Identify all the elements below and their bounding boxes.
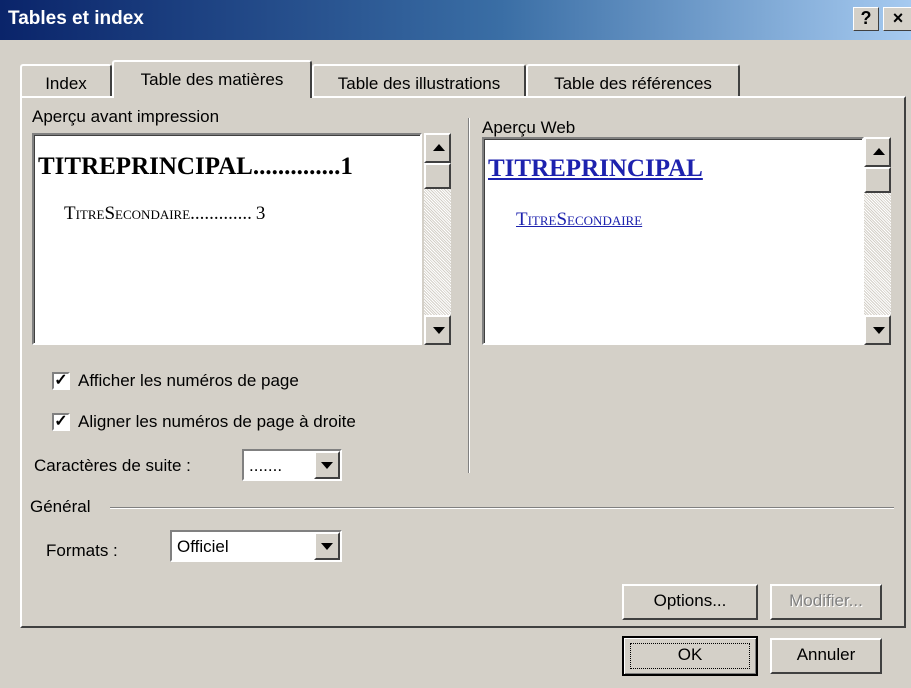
formats-dropdown-button[interactable] — [314, 532, 340, 560]
focus-indicator — [630, 643, 750, 669]
title-bar[interactable]: Tables et index ? × — [0, 0, 911, 40]
show-page-numbers-label[interactable]: Afficher les numéros de page — [78, 371, 299, 391]
chevron-down-icon — [321, 543, 333, 550]
check-icon: ✓ — [54, 372, 68, 389]
web-preview-label: Aperçu Web — [482, 118, 576, 137]
ok-button[interactable]: OK — [622, 636, 758, 676]
general-group-label: Général — [30, 497, 91, 516]
web-preview-box: TITREPRINCIPAL TitreSecondaire — [482, 137, 864, 345]
arrow-down-icon — [873, 327, 885, 334]
tab-table-des-illustrations-label: Table des illustrations — [337, 74, 501, 93]
arrow-up-icon — [873, 148, 885, 155]
scroll-down-button[interactable] — [864, 315, 891, 345]
tab-leader-value: ....... — [249, 456, 283, 475]
options-button-label: Options... — [653, 591, 727, 610]
tab-table-des-illustrations[interactable]: Table des illustrations — [312, 64, 526, 96]
tab-table-des-matieres-label: Table des matières — [140, 70, 284, 89]
check-icon: ✓ — [54, 413, 68, 430]
print-preview-label: Aperçu avant impression — [32, 107, 220, 126]
formats-label: Formats : — [46, 541, 118, 560]
tables-et-index-dialog: Tables et index ? × Index Table des mati… — [0, 0, 911, 688]
scroll-thumb[interactable] — [424, 163, 451, 189]
help-button[interactable]: ? — [853, 7, 879, 31]
print-preview-scrollbar[interactable] — [424, 133, 451, 345]
print-heading1-leader: .............. — [252, 153, 341, 180]
print-preview-heading2: TitreSecondaire............. 3 — [64, 203, 265, 225]
print-heading1-text: TITREPRINCIPAL — [38, 153, 253, 180]
scroll-up-button[interactable] — [424, 133, 451, 163]
close-icon: × — [892, 8, 904, 28]
cancel-button[interactable]: Annuler — [770, 638, 882, 674]
formats-value: Officiel — [177, 537, 229, 556]
close-button[interactable]: × — [883, 7, 911, 31]
show-page-numbers-checkbox[interactable]: ✓ — [52, 372, 70, 390]
scroll-thumb[interactable] — [864, 167, 891, 193]
right-align-page-numbers-checkbox[interactable]: ✓ — [52, 413, 70, 431]
arrow-down-icon — [433, 327, 445, 334]
tab-leader-label: Caractères de suite : — [34, 456, 191, 475]
tab-table-des-matieres[interactable]: Table des matières — [112, 60, 312, 98]
tab-leader-select[interactable]: ....... — [242, 449, 342, 481]
print-preview-heading1: TITREPRINCIPAL..............1 — [38, 153, 353, 181]
print-preview-box: TITREPRINCIPAL..............1 TitreSecon… — [32, 133, 422, 345]
print-heading2-leader: ............. — [190, 203, 252, 224]
tab-index-label: Index — [45, 74, 87, 93]
options-button[interactable]: Options... — [622, 584, 758, 620]
help-icon: ? — [860, 8, 872, 28]
general-divider — [110, 507, 894, 509]
tab-leader-dropdown-button[interactable] — [314, 451, 340, 479]
modify-button-label: Modifier... — [789, 591, 863, 610]
arrow-up-icon — [433, 144, 445, 151]
vertical-divider — [468, 118, 470, 473]
scroll-down-button[interactable] — [424, 315, 451, 345]
print-heading1-page: 1 — [340, 153, 353, 180]
chevron-down-icon — [321, 462, 333, 469]
formats-select[interactable]: Officiel — [170, 530, 342, 562]
scroll-up-button[interactable] — [864, 137, 891, 167]
tab-table-des-references[interactable]: Table des références — [526, 64, 740, 96]
tab-index[interactable]: Index — [20, 64, 112, 96]
tab-table-des-references-label: Table des références — [554, 74, 712, 93]
modify-button[interactable]: Modifier... — [770, 584, 882, 620]
web-preview-scrollbar[interactable] — [864, 137, 891, 345]
print-heading2-text: TitreSecondaire — [64, 203, 191, 224]
print-heading2-page: 3 — [255, 203, 266, 224]
window-title: Tables et index — [8, 8, 144, 29]
web-preview-heading1-link[interactable]: TITREPRINCIPAL — [488, 155, 703, 183]
web-preview-heading2-link[interactable]: TitreSecondaire — [516, 209, 642, 231]
cancel-button-label: Annuler — [796, 645, 856, 664]
right-align-page-numbers-label[interactable]: Aligner les numéros de page à droite — [78, 412, 356, 432]
